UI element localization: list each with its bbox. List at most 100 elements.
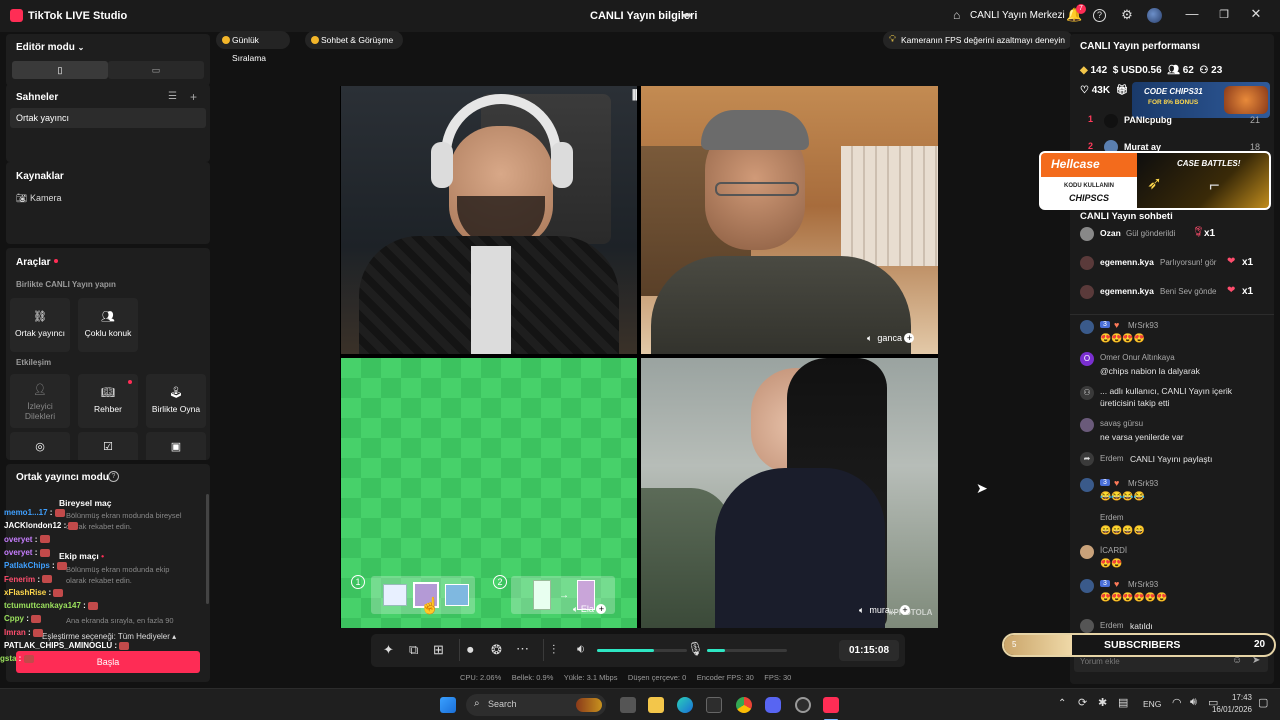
discord-icon[interactable] [765, 697, 781, 713]
volume-slider[interactable] [597, 649, 687, 652]
restore-icon[interactable]: ❐ [1214, 8, 1234, 21]
add-icon[interactable]: + [596, 604, 607, 614]
microphone-icon[interactable]: 🎙︎ [687, 641, 704, 657]
speaker-icon[interactable]: 🔈︎ [859, 605, 864, 615]
overlay-chat-separator: : [32, 534, 40, 544]
clock-date[interactable]: 16/01/2026 [1208, 705, 1252, 714]
app-title: TikTok LIVE Studio [28, 10, 128, 22]
target-tool-button[interactable]: ◎ [10, 432, 70, 460]
sync-icon[interactable]: ⟳ [1078, 696, 1087, 709]
layout-icon[interactable]: ⊞ [433, 642, 444, 658]
comment-row[interactable]: O Omer Onur Altınkaya @chips nabion la d… [1080, 352, 1270, 384]
editor-mode-dropdown[interactable]: Editör modu ⌄ [16, 42, 84, 53]
video-tile-ela[interactable]: 1 ☝ 2 → 🔈︎ Ela + [341, 358, 637, 628]
notification-center-icon[interactable]: ▢ [1258, 696, 1268, 709]
rank-2-number: 2 [1088, 141, 1094, 151]
crown-icon [222, 36, 230, 44]
task-view-icon[interactable] [620, 697, 636, 713]
sliders-icon[interactable]: ⫶ [552, 642, 555, 658]
checklist-tool-button[interactable]: ☑ [78, 432, 138, 460]
clock-time[interactable]: 17:43 [1226, 693, 1252, 702]
effects-icon[interactable]: ❂ [491, 642, 502, 658]
help-icon[interactable]: ? [1093, 9, 1106, 22]
editor-mode-label: Editör modu [16, 42, 75, 53]
video-grid: ⫼ 🔈︎ ganca + 1 ☝ 2 → 🔈︎ Ela + #PHOTOLA 🔈… [340, 86, 938, 628]
comment-row[interactable]: savaş gürsu ne varsa yenilerde var [1080, 418, 1270, 450]
close-icon[interactable]: ✕ [1246, 6, 1266, 22]
video-tile-ganca[interactable] [641, 86, 938, 354]
volume-icon[interactable]: 🔊︎ [1190, 696, 1197, 709]
file-explorer-icon[interactable] [648, 697, 664, 713]
overlay-chat-name: overyet [4, 547, 33, 557]
taskbar-search[interactable]: ⌕ Search [466, 694, 606, 716]
tiktok-live-icon[interactable] [823, 697, 839, 713]
emoji-row: 😍😍😍😍 [1100, 333, 1145, 343]
stats-row-1: ◆ 142 $ USD0.56 👥︎ 62 ⚇ 23 [1080, 65, 1222, 76]
stat-memory: Bellek: 0.9% [511, 673, 554, 682]
source-camera[interactable]: 📷︎ Kamera [16, 193, 61, 204]
right-panel: CANLI Yayın performansı ◆ 142 $ USD0.56 … [1070, 34, 1274, 684]
language-indicator[interactable]: ENG [1143, 699, 1161, 709]
scene-item[interactable]: Ortak yayıncı [10, 108, 206, 128]
daily-ranking-pill[interactable]: Günlük Sıralama [216, 31, 290, 63]
video-tile-host[interactable] [341, 86, 637, 354]
share-icon[interactable]: ➦ [682, 8, 692, 22]
stat-upload: Yükle: 3.1 Mbps [563, 673, 618, 682]
overlay-chat-name: xFlashRise [4, 587, 47, 597]
usd-value: USD0.56 [1121, 65, 1162, 76]
settings-gear-icon[interactable]: ⚙ [1119, 7, 1135, 23]
help-icon[interactable]: ? [108, 471, 119, 482]
profile-avatar[interactable] [1147, 8, 1162, 23]
chevron-up-icon[interactable]: ⌃ [1058, 698, 1066, 709]
overlay-chat-separator: : [16, 654, 24, 664]
record-icon[interactable]: ⏺ [467, 642, 474, 658]
add-icon[interactable]: + [904, 333, 915, 343]
multiguest-tool-button[interactable]: 👥︎ Çoklu konuk [78, 298, 138, 352]
gift2-count: x1 [1242, 257, 1254, 268]
wifi-icon[interactable]: ◠ [1172, 696, 1182, 709]
comment-row[interactable]: Erdem 😄😄😄😄 [1080, 512, 1270, 544]
add-scene-icon[interactable]: + [190, 90, 197, 104]
add-icon[interactable]: + [899, 605, 910, 615]
box-tool-button[interactable]: ▣ [146, 432, 206, 460]
magic-wand-icon[interactable]: ✦ [383, 642, 394, 658]
bluetooth-icon[interactable]: ✱ [1098, 696, 1107, 709]
screen-share-icon[interactable]: ⧉ [409, 642, 418, 658]
steam-icon[interactable] [795, 697, 811, 713]
video-tile-mura[interactable]: #PHOTOLA [641, 358, 938, 628]
mic-slider[interactable] [707, 649, 787, 652]
audio-bars-icon[interactable]: ⫼ [632, 88, 638, 103]
more-icon[interactable]: ⋯ [516, 641, 529, 657]
store-icon[interactable] [706, 697, 722, 713]
individual-match-title[interactable]: Bireysel maç [59, 498, 111, 508]
viewer-wishes-tool-button[interactable]: 👤︎ İzleyici Dilekleri [10, 374, 70, 428]
edge-icon[interactable] [677, 697, 693, 713]
portrait-mode-tab[interactable]: ▯ [12, 61, 108, 79]
list-icon[interactable]: ☰ [168, 91, 177, 102]
chrome-icon[interactable] [736, 697, 752, 713]
cohost-tool-button[interactable]: ⛓ Ortak yayıncı [10, 298, 70, 352]
comment-row[interactable]: 3 ♥ MrSrk93 😂😂😂😂 [1080, 478, 1270, 510]
scrollbar[interactable] [206, 494, 209, 604]
windows-start-icon[interactable] [440, 697, 456, 713]
speaker-icon[interactable]: 🔉︎ [577, 641, 585, 657]
home-icon[interactable]: ⌂ [953, 8, 960, 22]
comment-name: MrSrk93 [1128, 479, 1159, 488]
minimize-icon[interactable]: — [1182, 6, 1202, 21]
gift2-text: Parlıyorsun! gör [1160, 258, 1217, 267]
live-center-button[interactable]: CANLI Yayın Merkezi [970, 10, 1065, 21]
chat-call-pill[interactable]: Sohbet & Görüşme [305, 31, 403, 49]
headphone-cup-right [551, 142, 573, 188]
tray-app-icon[interactable]: ▤ [1118, 696, 1128, 709]
play-together-tool-button[interactable]: 🕹︎ Birlikte Oyna [146, 374, 206, 428]
comment-row[interactable]: İCARDİ 😍😍 [1080, 545, 1270, 577]
landscape-mode-tab[interactable]: ▭ [108, 61, 204, 79]
speaker-icon[interactable]: 🔈︎ [573, 604, 578, 614]
heart-gift-icon: ❤ [1227, 256, 1236, 267]
overlay-chat-name: tctumuttcankaya147 [4, 601, 81, 611]
speaker-icon[interactable]: 🔈︎ [867, 333, 872, 343]
search-label: Search [488, 699, 517, 709]
comment-row[interactable]: 3 ♥ MrSrk93 😍😍😍😍 [1080, 320, 1270, 352]
daily-ranking-label: Günlük Sıralama [232, 35, 267, 63]
comment-row[interactable]: 3 ♥ MrSrk93 😍😍😍😍😍😍 [1080, 579, 1270, 611]
